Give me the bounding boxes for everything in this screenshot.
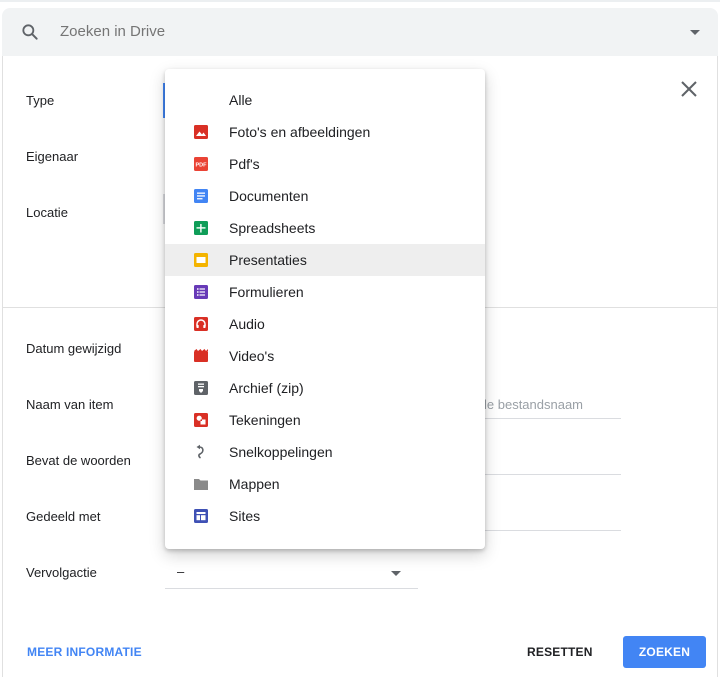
option-label: Video's xyxy=(229,348,275,364)
type-option-images[interactable]: Foto's en afbeeldingen xyxy=(165,116,485,148)
option-label: Formulieren xyxy=(229,284,304,300)
option-label: Foto's en afbeeldingen xyxy=(229,124,371,140)
type-option-folders[interactable]: Mappen xyxy=(165,468,485,500)
option-label: Documenten xyxy=(229,188,309,204)
shortcut-icon xyxy=(196,444,204,459)
type-option-pdfs[interactable]: PDF Pdf's xyxy=(165,148,485,180)
item-name-underline xyxy=(485,418,621,419)
option-label: Mappen xyxy=(229,476,280,492)
archive-icon xyxy=(194,381,208,395)
audio-icon xyxy=(194,317,208,331)
reset-button[interactable]: RESETTEN xyxy=(527,645,593,659)
type-option-sites[interactable]: Sites xyxy=(165,500,485,532)
option-label: Presentaties xyxy=(229,252,307,268)
contains-words-label: Bevat de woorden xyxy=(26,453,131,468)
form-icon xyxy=(194,285,208,299)
type-label: Type xyxy=(26,93,55,108)
type-option-archives[interactable]: Archief (zip) xyxy=(165,372,485,404)
option-label: Alle xyxy=(229,92,253,108)
follow-up-label: Vervolgactie xyxy=(26,565,97,580)
follow-up-value: – xyxy=(177,564,185,579)
type-option-drawings[interactable]: Tekeningen xyxy=(165,404,485,436)
item-name-label: Naam van item xyxy=(26,397,114,412)
type-option-forms[interactable]: Formulieren xyxy=(165,276,485,308)
option-label: Tekeningen xyxy=(229,412,301,428)
option-label: Spreadsheets xyxy=(229,220,316,236)
chevron-down-icon[interactable] xyxy=(391,571,401,576)
shared-with-underline xyxy=(485,530,621,531)
follow-up-select[interactable]: – xyxy=(165,560,418,589)
document-icon xyxy=(194,189,208,203)
presentation-icon xyxy=(194,253,208,267)
search-input[interactable] xyxy=(60,23,620,40)
item-name-input-hint[interactable]: le bestandsnaam xyxy=(484,397,583,412)
type-option-all[interactable]: Alle xyxy=(165,84,485,116)
drawing-icon xyxy=(194,413,208,427)
top-border xyxy=(0,0,720,2)
search-options-dropdown-icon[interactable] xyxy=(690,30,700,35)
option-label: Pdf's xyxy=(229,156,260,172)
date-modified-label: Datum gewijzigd xyxy=(26,341,122,356)
type-option-shortcuts[interactable]: Snelkoppelingen xyxy=(165,436,485,468)
search-icon[interactable] xyxy=(20,22,40,42)
more-info-link[interactable]: MEER INFORMATIE xyxy=(27,645,142,659)
sites-icon xyxy=(194,509,208,523)
type-option-videos[interactable]: Video's xyxy=(165,340,485,372)
location-label: Locatie xyxy=(26,205,68,220)
folder-icon xyxy=(194,479,208,490)
video-icon xyxy=(194,349,208,362)
type-dropdown-menu: Alle Foto's en afbeeldingen PDF Pdf's Do… xyxy=(165,69,485,549)
option-label: Snelkoppelingen xyxy=(229,444,333,460)
image-icon xyxy=(194,125,208,139)
search-bar[interactable] xyxy=(2,8,718,56)
spreadsheet-icon xyxy=(194,221,208,235)
search-button[interactable]: ZOEKEN xyxy=(623,636,706,668)
shared-with-label: Gedeeld met xyxy=(26,509,101,524)
option-label: Archief (zip) xyxy=(229,380,304,396)
contains-words-underline xyxy=(485,474,621,475)
owner-label: Eigenaar xyxy=(26,149,79,164)
svg-text:PDF: PDF xyxy=(196,163,208,169)
type-option-audio[interactable]: Audio xyxy=(165,308,485,340)
close-icon[interactable] xyxy=(679,79,699,99)
option-label: Audio xyxy=(229,316,265,332)
type-option-presentations[interactable]: Presentaties xyxy=(165,244,485,276)
type-option-spreadsheets[interactable]: Spreadsheets xyxy=(165,212,485,244)
option-label: Sites xyxy=(229,508,261,524)
type-option-documents[interactable]: Documenten xyxy=(165,180,485,212)
pdf-icon: PDF xyxy=(194,157,208,171)
